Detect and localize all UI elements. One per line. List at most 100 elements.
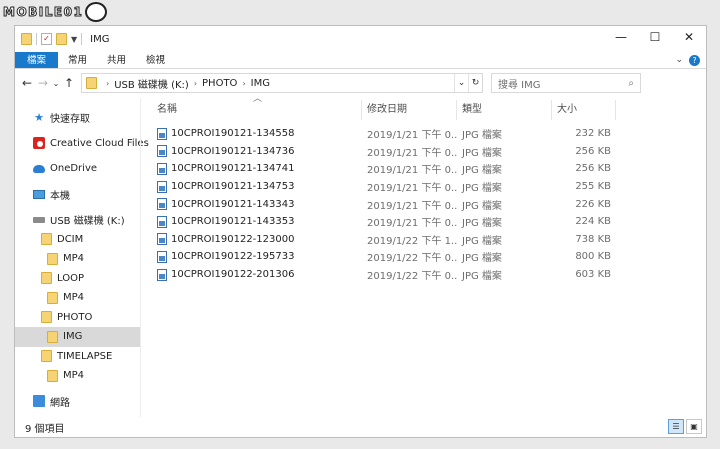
- up-button[interactable]: ↑: [61, 76, 77, 90]
- sidebar-item-loop-mp4[interactable]: MP4: [15, 288, 141, 308]
- table-row[interactable]: 10CPROI190121-134741 2019/1/21 下午 0... J…: [157, 160, 706, 178]
- expand-ribbon-icon[interactable]: ⌄: [675, 55, 683, 65]
- toolbar-divider: [36, 33, 37, 45]
- search-box[interactable]: 搜尋 IMG ⌕: [491, 73, 641, 93]
- status-bar: 9 個項目 ☰ ▣: [15, 417, 706, 437]
- column-header-name[interactable]: 名稱: [157, 98, 362, 122]
- table-row[interactable]: 10CPROI190121-134753 2019/1/21 下午 0... J…: [157, 178, 706, 196]
- file-name-cell[interactable]: 10CPROI190121-134736: [157, 145, 362, 158]
- sidebar-item-timelapse-mp4[interactable]: MP4: [15, 366, 141, 386]
- sidebar-item-network[interactable]: 網路: [15, 392, 141, 412]
- file-size: 226 KB: [575, 198, 611, 210]
- sidebar-item-label: USB 磁碟機 (K:): [50, 216, 125, 228]
- table-row[interactable]: 10CPROI190122-195733 2019/1/22 下午 0... J…: [157, 248, 706, 266]
- file-date: 2019/1/21 下午 0...: [367, 165, 457, 177]
- table-row[interactable]: 10CPROI190121-143353 2019/1/21 下午 0... J…: [157, 213, 706, 231]
- breadcrumb-drive[interactable]: USB 磁碟機 (K:): [114, 76, 189, 91]
- sidebar-item-creative-cloud[interactable]: Creative Cloud Files: [15, 134, 149, 154]
- sidebar-item-label: MP4: [63, 253, 85, 265]
- table-row[interactable]: 10CPROI190121-134558 2019/1/21 下午 0... J…: [157, 125, 706, 143]
- back-button[interactable]: ←: [19, 76, 35, 90]
- image-file-icon: [157, 145, 167, 158]
- file-name-cell[interactable]: 10CPROI190121-134558: [157, 127, 362, 140]
- file-name-cell[interactable]: 10CPROI190121-143353: [157, 215, 362, 228]
- table-row[interactable]: 10CPROI190122-123000 2019/1/22 下午 1... J…: [157, 231, 706, 249]
- table-row[interactable]: 10CPROI190121-143343 2019/1/21 下午 0... J…: [157, 195, 706, 213]
- image-file-icon: [157, 162, 167, 175]
- sidebar-item-usb-drive[interactable]: USB 磁碟機 (K:): [15, 210, 141, 230]
- close-button[interactable]: ✕: [672, 26, 706, 50]
- file-date: 2019/1/22 下午 0...: [367, 271, 457, 283]
- minimize-button[interactable]: —: [604, 26, 638, 50]
- file-size: 256 KB: [575, 145, 611, 157]
- folder-icon: [47, 252, 58, 265]
- table-row[interactable]: 10CPROI190122-201306 2019/1/22 下午 0... J…: [157, 266, 706, 284]
- file-name-cell[interactable]: 10CPROI190121-134753: [157, 180, 362, 193]
- column-header-date[interactable]: 修改日期: [362, 98, 457, 122]
- maximize-button[interactable]: ☐: [638, 26, 672, 50]
- tab-view[interactable]: 檢視: [136, 52, 175, 68]
- recent-locations-button[interactable]: ⌄: [51, 79, 61, 88]
- chevron-right-icon[interactable]: ›: [194, 79, 197, 88]
- sidebar-item-quick-access[interactable]: ★ 快速存取: [15, 108, 141, 128]
- tab-share[interactable]: 共用: [97, 52, 136, 68]
- file-name-cell[interactable]: 10CPROI190121-143343: [157, 198, 362, 211]
- window-controls: — ☐ ✕: [604, 26, 706, 50]
- properties-icon[interactable]: ✓: [41, 33, 52, 45]
- file-name: 10CPROI190122-201306: [171, 269, 295, 281]
- chevron-right-icon[interactable]: ›: [242, 79, 245, 88]
- column-header-size[interactable]: 大小: [552, 98, 616, 122]
- sidebar-item-loop[interactable]: LOOP: [15, 269, 141, 289]
- navigation-pane: ★ 快速存取 Creative Cloud Files OneDrive 本機 …: [15, 98, 149, 417]
- help-icon[interactable]: ?: [689, 54, 700, 66]
- explorer-window: ✓ ▼ IMG — ☐ ✕ 檔案 常用 共用 檢視 ⌄ ? ← → ⌄ ↑ › …: [14, 25, 707, 438]
- file-type: JPG 檔案: [462, 183, 502, 195]
- sidebar-item-dcim-mp4[interactable]: MP4: [15, 249, 141, 269]
- table-row[interactable]: 10CPROI190121-134736 2019/1/21 下午 0... J…: [157, 143, 706, 161]
- file-name-cell[interactable]: 10CPROI190122-201306: [157, 268, 362, 281]
- forward-button[interactable]: →: [35, 76, 51, 90]
- file-size: 255 KB: [575, 181, 611, 193]
- file-date: 2019/1/22 下午 0...: [367, 253, 457, 265]
- sidebar-item-label: 網路: [50, 397, 70, 409]
- file-type: JPG 檔案: [462, 235, 502, 247]
- image-file-icon: [157, 233, 167, 246]
- toolbar-divider: [81, 33, 83, 45]
- file-name-cell[interactable]: 10CPROI190122-123000: [157, 233, 362, 246]
- search-input[interactable]: 搜尋 IMG: [498, 76, 541, 91]
- sidebar-item-img[interactable]: IMG: [15, 327, 141, 347]
- details-view-button[interactable]: ☰: [668, 419, 684, 434]
- watermark-text: MOBILE01: [2, 5, 84, 20]
- column-header-type[interactable]: 類型: [457, 98, 552, 122]
- folder-icon: [47, 369, 58, 382]
- sidebar-item-label: 快速存取: [50, 114, 90, 126]
- ribbon-tabs: 檔案 常用 共用 檢視 ⌄ ?: [15, 52, 706, 69]
- computer-icon: [33, 189, 45, 199]
- large-icons-view-button[interactable]: ▣: [686, 419, 702, 434]
- address-history-icon[interactable]: ⌄: [454, 74, 468, 92]
- sidebar-item-photo[interactable]: PHOTO: [15, 308, 141, 328]
- refresh-icon[interactable]: ↻: [468, 74, 482, 92]
- file-name-cell[interactable]: 10CPROI190121-134741: [157, 162, 362, 175]
- file-type: JPG 檔案: [462, 147, 502, 159]
- customize-toolbar-icon[interactable]: ▼: [71, 35, 77, 44]
- address-bar[interactable]: › USB 磁碟機 (K:) › PHOTO › IMG ⌄ ↻: [81, 73, 483, 93]
- new-folder-icon[interactable]: [56, 33, 67, 45]
- sidebar-item-dcim[interactable]: DCIM: [15, 230, 141, 250]
- breadcrumb-img[interactable]: IMG: [251, 78, 270, 89]
- sidebar-item-label: PHOTO: [57, 311, 93, 323]
- file-name-cell[interactable]: 10CPROI190122-195733: [157, 250, 362, 263]
- ribbon-actions: ⌄ ?: [675, 52, 706, 68]
- sidebar-item-label: MP4: [63, 370, 85, 382]
- breadcrumb-photo[interactable]: PHOTO: [202, 78, 237, 89]
- sidebar-item-timelapse[interactable]: TIMELAPSE: [15, 347, 141, 367]
- sidebar-item-onedrive[interactable]: OneDrive: [15, 159, 141, 179]
- folder-icon: [41, 272, 52, 285]
- chevron-right-icon[interactable]: ›: [106, 79, 109, 88]
- sidebar-item-this-pc[interactable]: 本機: [15, 185, 141, 205]
- tab-home[interactable]: 常用: [58, 52, 97, 68]
- tab-file[interactable]: 檔案: [15, 52, 59, 68]
- navigation-bar: ← → ⌄ ↑ › USB 磁碟機 (K:) › PHOTO › IMG ⌄ ↻…: [15, 69, 706, 97]
- file-name: 10CPROI190121-134741: [171, 163, 295, 175]
- watermark-logo: MOBILE01: [2, 1, 108, 23]
